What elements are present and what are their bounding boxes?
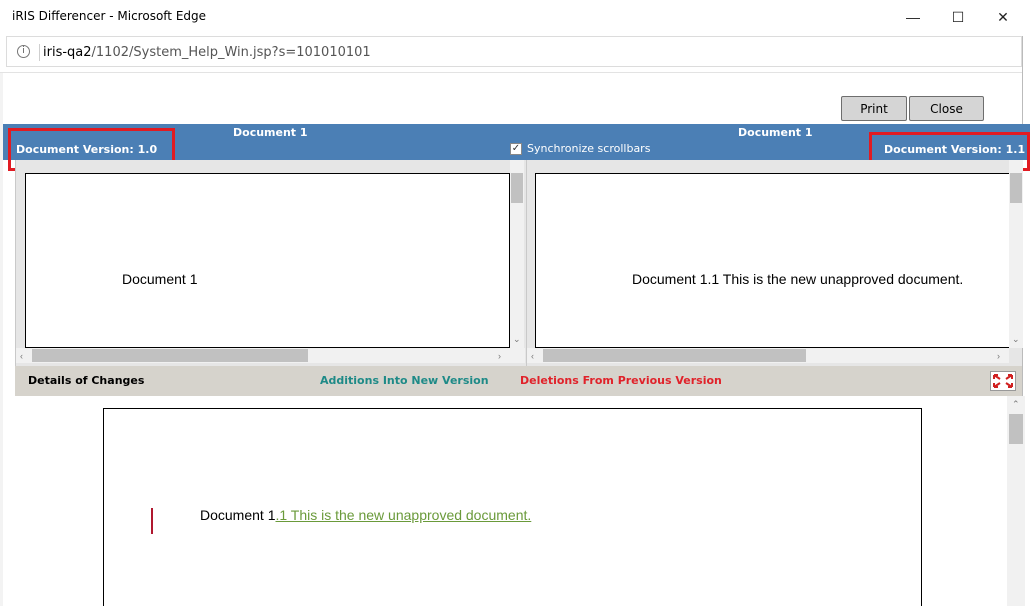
scroll-up-icon[interactable]: ⌃ [1012, 399, 1020, 409]
details-of-changes-bar: Details of Changes Additions Into New Ve… [15, 366, 1022, 396]
maximize-icon: ☐ [951, 8, 965, 25]
left-vertical-scrollbar[interactable]: ⌄ [510, 160, 524, 348]
scroll-down-icon[interactable]: ⌄ [1012, 334, 1020, 344]
additions-legend: Additions Into New Version [320, 374, 489, 387]
changes-vertical-scroll-thumb[interactable] [1009, 414, 1023, 444]
scroll-down-icon[interactable]: ⌄ [513, 334, 521, 344]
maximize-button[interactable]: ☐ [935, 0, 981, 34]
left-document-title: Document 1 [233, 126, 308, 139]
address-bar[interactable]: i iris-qa2/1102/System_Help_Win.jsp?s=10… [6, 36, 1022, 67]
right-document-text: Document 1.1 This is the new unapproved … [632, 271, 964, 287]
left-vertical-scroll-thumb[interactable] [511, 173, 523, 203]
change-line: Document 1.1 This is the new unapproved … [200, 507, 531, 523]
url-host: iris-qa2 [43, 45, 92, 60]
synchronize-label: Synchronize scrollbars [527, 142, 651, 155]
added-text: .1 This is the new unapproved document. [275, 507, 532, 523]
left-horizontal-scrollbar[interactable]: ‹ › [16, 348, 525, 363]
scroll-left-icon[interactable]: ‹ [531, 351, 534, 361]
details-title: Details of Changes [28, 374, 145, 387]
right-horizontal-scroll-thumb[interactable] [543, 349, 806, 362]
scroll-left-icon[interactable]: ‹ [20, 351, 23, 361]
left-document-text: Document 1 [122, 271, 198, 287]
right-vertical-scrollbar[interactable]: ⌄ [1009, 160, 1023, 348]
right-horizontal-scrollbar[interactable]: ‹ › [527, 348, 1009, 363]
minimize-icon: — [906, 9, 920, 25]
close-button[interactable]: Close [909, 96, 984, 121]
scroll-right-icon[interactable]: › [997, 351, 1000, 361]
expand-icon[interactable] [990, 371, 1016, 391]
close-icon: ✕ [997, 8, 1009, 25]
change-marker [151, 508, 153, 534]
synchronize-scrollbars[interactable]: ✓ Synchronize scrollbars [510, 142, 650, 155]
right-document-content: Document 1.1 This is the new unapproved … [535, 173, 1011, 348]
title-bar: iRIS Differencer - Microsoft Edge — ☐ ✕ [0, 0, 1030, 34]
address-divider [39, 44, 40, 61]
url-path: /1102/System_Help_Win.jsp?s=101010101 [91, 45, 371, 60]
print-button[interactable]: Print [841, 96, 907, 121]
left-document-content: Document 1 [25, 173, 510, 348]
info-icon[interactable]: i [17, 45, 30, 58]
minimize-button[interactable]: — [890, 0, 936, 34]
right-document-pane: Document 1.1 This is the new unapproved … [526, 160, 1023, 366]
url-text[interactable]: iris-qa2/1102/System_Help_Win.jsp?s=1010… [43, 45, 371, 60]
close-window-button[interactable]: ✕ [980, 0, 1026, 34]
chrome-divider [0, 72, 1030, 73]
browser-window: iRIS Differencer - Microsoft Edge — ☐ ✕ … [0, 0, 1030, 606]
deletions-legend: Deletions From Previous Version [520, 374, 722, 387]
synchronize-checkbox[interactable]: ✓ [510, 142, 522, 155]
window-title: iRIS Differencer - Microsoft Edge [12, 9, 207, 23]
right-document-title: Document 1 [738, 126, 813, 139]
unchanged-text: Document 1 [200, 507, 276, 523]
right-vertical-scroll-thumb[interactable] [1010, 173, 1022, 203]
scroll-right-icon[interactable]: › [498, 351, 501, 361]
changes-vertical-scrollbar[interactable]: ⌃ [1007, 396, 1025, 606]
left-document-pane: Document 1 ⌄ ‹ › [15, 160, 526, 366]
left-horizontal-scroll-thumb[interactable] [32, 349, 308, 362]
